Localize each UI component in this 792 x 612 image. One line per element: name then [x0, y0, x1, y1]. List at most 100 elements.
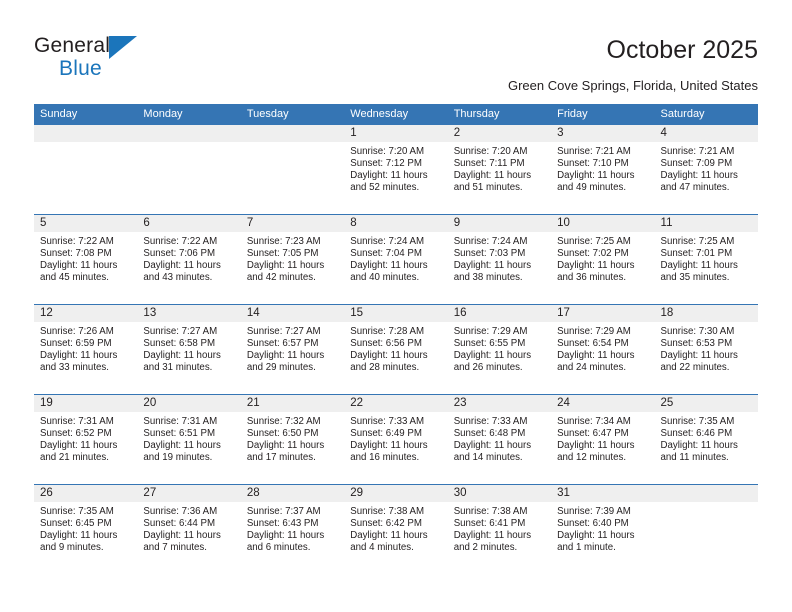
day-sun-info: Sunrise: 7:35 AM Sunset: 6:46 PM Daylight:… — [655, 412, 758, 464]
day-number: 11 — [654, 215, 758, 232]
daylight-text: Daylight: 11 hours and 47 minutes. — [660, 170, 738, 194]
calendar-day-cell[interactable]: 7 Sunrise: 7:23 AM Sunset: 7:05 PM Daylight… — [240, 215, 345, 304]
sunset-text: Sunset: 6:59 PM — [40, 338, 112, 350]
daylight-text: Daylight: 11 hours and 36 minutes. — [557, 260, 635, 284]
day-sun-info: Sunrise: 7:33 AM Sunset: 6:48 PM Daylight:… — [448, 412, 551, 464]
calendar-day-cell[interactable]: 18 Sunrise: 7:30 AM Sunset: 6:53 PM Dayligh… — [654, 305, 758, 394]
sunset-text: Sunset: 6:47 PM — [557, 428, 629, 440]
day-number — [240, 125, 345, 142]
calendar-day-cell[interactable]: 24 Sunrise: 7:34 AM Sunset: 6:47 PM Dayligh… — [551, 395, 655, 484]
calendar-day-cell[interactable]: 21 Sunrise: 7:32 AM Sunset: 6:50 PM Dayligh… — [240, 395, 345, 484]
day-sun-info: Sunrise: 7:29 AM Sunset: 6:54 PM Daylight:… — [551, 322, 654, 374]
calendar-day-cell[interactable]: 23 Sunrise: 7:33 AM Sunset: 6:48 PM Dayligh… — [447, 395, 552, 484]
sunrise-text: Sunrise: 7:30 AM — [660, 326, 735, 337]
day-sun-info: Sunrise: 7:23 AM Sunset: 7:05 PM Daylight:… — [241, 232, 344, 284]
calendar-day-cell[interactable]: 12 Sunrise: 7:26 AM Sunset: 6:59 PM Dayligh… — [34, 305, 138, 394]
day-number: 20 — [137, 395, 241, 412]
sunset-text: Sunset: 6:57 PM — [246, 338, 319, 350]
calendar-day-cell[interactable]: 15 Sunrise: 7:28 AM Sunset: 6:56 PM Dayligh… — [344, 305, 448, 394]
day-number: 31 — [551, 485, 655, 502]
calendar-day-cell[interactable]: 20 Sunrise: 7:31 AM Sunset: 6:51 PM Dayligh… — [137, 395, 241, 484]
logo-triangle-icon — [109, 36, 137, 59]
calendar-day-cell[interactable]: 10 Sunrise: 7:25 AM Sunset: 7:02 PM Dayligh… — [551, 215, 655, 304]
day-sun-info: Sunrise: 7:30 AM Sunset: 6:53 PM Daylight:… — [655, 322, 758, 374]
daylight-text: Daylight: 11 hours and 38 minutes. — [453, 260, 532, 284]
calendar-grid: Sunday Monday Tuesday Wednesday Thursday… — [34, 104, 758, 574]
weekday-header-thursday: Thursday — [453, 108, 500, 120]
sunset-text: Sunset: 7:02 PM — [557, 248, 629, 260]
daylight-text: Daylight: 11 hours and 7 minutes. — [143, 530, 221, 554]
sunrise-text: Sunrise: 7:38 AM — [350, 506, 425, 517]
day-sun-info: Sunrise: 7:35 AM Sunset: 6:45 PM Daylight:… — [34, 502, 137, 554]
day-sun-info: Sunrise: 7:21 AM Sunset: 7:09 PM Daylight:… — [655, 142, 758, 194]
sunrise-text: Sunrise: 7:27 AM — [246, 326, 321, 337]
calendar-day-cell[interactable]: 16 Sunrise: 7:29 AM Sunset: 6:55 PM Dayligh… — [447, 305, 552, 394]
day-sun-info: Sunrise: 7:31 AM Sunset: 6:51 PM Daylight:… — [137, 412, 240, 464]
sunset-text: Sunset: 7:09 PM — [660, 158, 733, 170]
calendar-day-cell[interactable]: 6 Sunrise: 7:22 AM Sunset: 7:06 PM Daylight… — [137, 215, 241, 304]
calendar-page: General Blue October 2025 Green Cove Spr… — [0, 0, 792, 612]
calendar-day-cell[interactable]: 27 Sunrise: 7:36 AM Sunset: 6:44 PM Dayligh… — [137, 485, 241, 574]
day-number: 7 — [240, 215, 345, 232]
daylight-text: Daylight: 11 hours and 21 minutes. — [40, 440, 118, 464]
calendar-day-cell[interactable]: 5 Sunrise: 7:22 AM Sunset: 7:08 PM Daylight… — [34, 215, 138, 304]
day-number: 15 — [344, 305, 448, 322]
calendar-day-cell[interactable]: 4 Sunrise: 7:21 AM Sunset: 7:09 PM Daylight… — [654, 125, 758, 214]
calendar-day-cell[interactable]: 8 Sunrise: 7:24 AM Sunset: 7:04 PM Daylight… — [344, 215, 448, 304]
sunrise-text: Sunrise: 7:29 AM — [557, 326, 631, 337]
calendar-day-cell[interactable]: 9 Sunrise: 7:24 AM Sunset: 7:03 PM Daylight… — [447, 215, 552, 304]
sunrise-text: Sunrise: 7:31 AM — [143, 416, 218, 427]
day-sun-info: Sunrise: 7:24 AM Sunset: 7:03 PM Daylight:… — [448, 232, 551, 284]
sunset-text: Sunset: 6:51 PM — [143, 428, 216, 440]
sunrise-text: Sunrise: 7:20 AM — [350, 146, 425, 157]
calendar-day-cell-empty[interactable] — [240, 125, 345, 214]
calendar-day-cell[interactable]: 13 Sunrise: 7:27 AM Sunset: 6:58 PM Dayligh… — [137, 305, 241, 394]
weekday-header-monday: Monday — [143, 108, 183, 120]
day-sun-info: Sunrise: 7:39 AM Sunset: 6:40 PM Daylight:… — [551, 502, 654, 554]
calendar-day-cell[interactable]: 25 Sunrise: 7:35 AM Sunset: 6:46 PM Dayligh… — [654, 395, 758, 484]
calendar-day-cell[interactable]: 3 Sunrise: 7:21 AM Sunset: 7:10 PM Daylight… — [551, 125, 655, 214]
sunrise-text: Sunrise: 7:29 AM — [453, 326, 528, 337]
day-sun-info: Sunrise: 7:37 AM Sunset: 6:43 PM Daylight:… — [241, 502, 344, 554]
daylight-text: Daylight: 11 hours and 12 minutes. — [557, 440, 635, 464]
day-sun-info: Sunrise: 7:20 AM Sunset: 7:12 PM Daylight:… — [344, 142, 447, 194]
calendar-day-cell[interactable]: 19 Sunrise: 7:31 AM Sunset: 6:52 PM Dayligh… — [34, 395, 138, 484]
daylight-text: Daylight: 11 hours and 33 minutes. — [40, 350, 118, 374]
calendar-day-cell[interactable]: 30 Sunrise: 7:38 AM Sunset: 6:41 PM Dayligh… — [447, 485, 552, 574]
sunrise-text: Sunrise: 7:33 AM — [453, 416, 528, 427]
calendar-day-cell[interactable]: 1 Sunrise: 7:20 AM Sunset: 7:12 PM Daylight… — [344, 125, 448, 214]
day-sun-info: Sunrise: 7:29 AM Sunset: 6:55 PM Daylight:… — [448, 322, 551, 374]
sunset-text: Sunset: 6:54 PM — [557, 338, 629, 350]
day-number: 10 — [551, 215, 655, 232]
calendar-day-cell[interactable]: 28 Sunrise: 7:37 AM Sunset: 6:43 PM Dayligh… — [240, 485, 345, 574]
calendar-day-cell-empty[interactable] — [654, 485, 758, 574]
daylight-text: Daylight: 11 hours and 45 minutes. — [40, 260, 118, 284]
daylight-text: Daylight: 11 hours and 29 minutes. — [246, 350, 325, 374]
sunrise-text: Sunrise: 7:37 AM — [246, 506, 321, 517]
calendar-day-cell[interactable]: 31 Sunrise: 7:39 AM Sunset: 6:40 PM Dayligh… — [551, 485, 655, 574]
day-number: 9 — [447, 215, 552, 232]
calendar-day-cell[interactable]: 17 Sunrise: 7:29 AM Sunset: 6:54 PM Dayligh… — [551, 305, 655, 394]
day-number: 24 — [551, 395, 655, 412]
sunset-text: Sunset: 7:12 PM — [350, 158, 422, 170]
day-number: 3 — [551, 125, 655, 142]
sunset-text: Sunset: 6:52 PM — [40, 428, 112, 440]
sunset-text: Sunset: 6:46 PM — [660, 428, 733, 440]
weekday-header-tuesday: Tuesday — [246, 108, 289, 120]
sunset-text: Sunset: 6:53 PM — [660, 338, 733, 350]
calendar-day-cell-empty[interactable] — [137, 125, 241, 214]
calendar-day-cell[interactable]: 11 Sunrise: 7:25 AM Sunset: 7:01 PM Dayligh… — [654, 215, 758, 304]
page-title: October 2025 — [606, 36, 759, 64]
day-sun-info: Sunrise: 7:20 AM Sunset: 7:11 PM Daylight:… — [448, 142, 551, 194]
calendar-day-cell-empty[interactable] — [34, 125, 138, 214]
day-sun-info: Sunrise: 7:27 AM Sunset: 6:58 PM Daylight:… — [137, 322, 240, 374]
sunset-text: Sunset: 7:05 PM — [246, 248, 319, 260]
calendar-day-cell[interactable]: 29 Sunrise: 7:38 AM Sunset: 6:42 PM Dayligh… — [344, 485, 448, 574]
day-number: 23 — [447, 395, 552, 412]
day-number: 30 — [447, 485, 552, 502]
calendar-day-cell[interactable]: 26 Sunrise: 7:35 AM Sunset: 6:45 PM Dayligh… — [34, 485, 138, 574]
calendar-day-cell[interactable]: 14 Sunrise: 7:27 AM Sunset: 6:57 PM Dayligh… — [240, 305, 345, 394]
calendar-day-cell[interactable]: 2 Sunrise: 7:20 AM Sunset: 7:11 PM Daylight… — [447, 125, 552, 214]
calendar-day-cell[interactable]: 22 Sunrise: 7:33 AM Sunset: 6:49 PM Dayligh… — [344, 395, 448, 484]
logo-text-general: General — [34, 34, 111, 57]
